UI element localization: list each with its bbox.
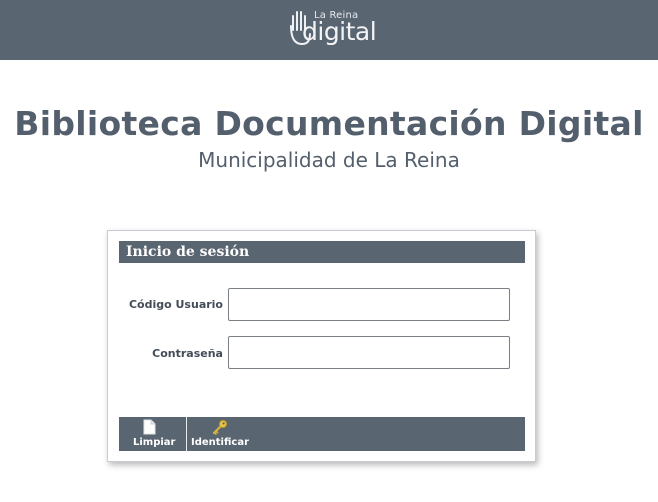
- user-code-input[interactable]: [228, 288, 510, 321]
- identify-button[interactable]: Identificar: [187, 417, 259, 451]
- top-bar: La Reina digital: [0, 0, 658, 60]
- login-panel-header: Inicio de sesión: [119, 241, 525, 263]
- login-panel-title: Inicio de sesión: [126, 244, 250, 260]
- clear-button[interactable]: Limpiar: [119, 417, 186, 451]
- password-input[interactable]: [228, 336, 510, 369]
- document-icon: [143, 419, 156, 435]
- identify-button-label: Identificar: [191, 437, 250, 448]
- page-title: Biblioteca Documentación Digital: [14, 104, 644, 143]
- login-panel: Inicio de sesión Código Usuario Contrase…: [107, 230, 536, 462]
- key-icon: [212, 419, 228, 435]
- la-reina-digital-logo: La Reina digital: [288, 8, 377, 50]
- login-toolbar: Limpiar Identificar: [119, 417, 525, 451]
- page-subtitle: Municipalidad de La Reina: [198, 148, 460, 172]
- user-code-label: Código Usuario: [128, 298, 223, 311]
- password-label: Contraseña: [152, 347, 223, 360]
- logo-text-big: digital: [302, 17, 377, 46]
- clear-button-label: Limpiar: [133, 437, 176, 448]
